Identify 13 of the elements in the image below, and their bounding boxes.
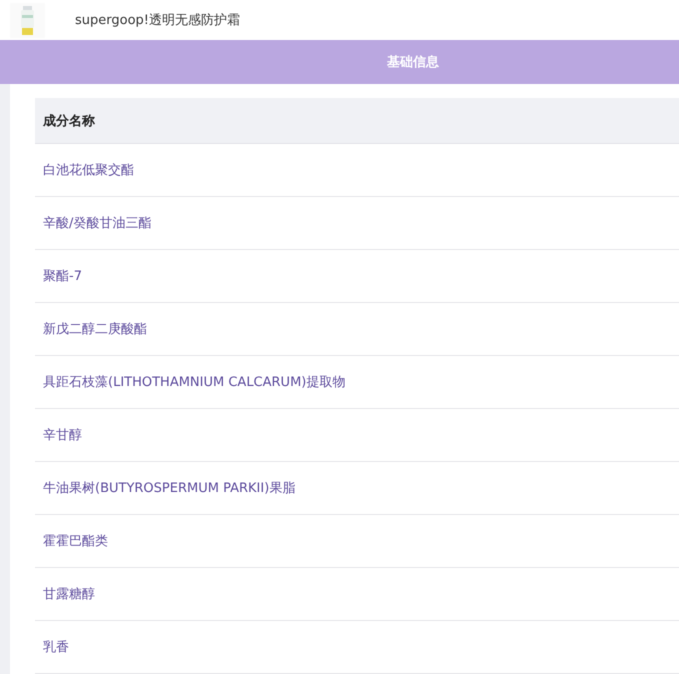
product-title: supergoop!透明无感防护霜 (75, 12, 240, 29)
ingredient-link[interactable]: 霍霍巴酯类 (43, 532, 108, 550)
ingredient-link[interactable]: 聚酯-7 (43, 267, 82, 285)
ingredient-link[interactable]: 辛酸/癸酸甘油三酯 (43, 214, 152, 232)
ingredient-link[interactable]: 甘露糖醇 (43, 585, 95, 603)
ingredient-link[interactable]: 具距石枝藻(LITHOTHAMNIUM CALCARUM)提取物 (43, 373, 346, 391)
ingredient-link[interactable]: 乳香 (43, 638, 69, 656)
ingredient-link[interactable]: 辛甘醇 (43, 426, 82, 444)
column-header: 成分名称 (43, 112, 95, 130)
section-title: 基础信息 (387, 54, 439, 71)
ingredient-link[interactable]: 新戊二醇二庚酸酯 (43, 320, 147, 338)
ingredient-link[interactable]: 白池花低聚交酯 (43, 161, 134, 179)
ingredient-link[interactable]: 牛油果树(BUTYROSPERMUM PARKII)果脂 (43, 479, 296, 497)
